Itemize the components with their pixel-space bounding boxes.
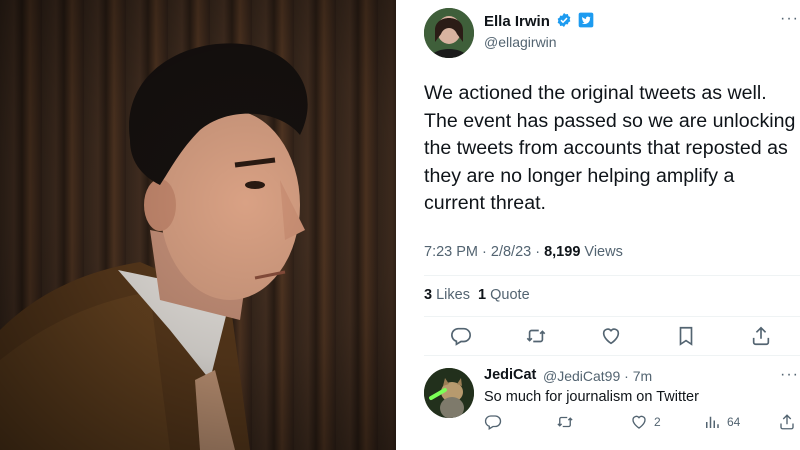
views-count: 8,199 <box>544 244 581 260</box>
reply-like-count: 2 <box>654 415 661 429</box>
portrait-photo <box>0 0 396 450</box>
heart-icon <box>632 415 646 429</box>
reply-reply-button[interactable] <box>484 413 508 431</box>
tweet-text: We actioned the original tweets as well.… <box>424 82 796 214</box>
share-icon <box>752 326 770 346</box>
reply-retweet-button[interactable] <box>556 413 580 431</box>
verified-badge-icon <box>557 13 571 27</box>
author-handle[interactable]: @ellagirwin <box>484 34 557 50</box>
reply-more-options-icon[interactable]: ··· <box>780 366 799 384</box>
reply-share-button[interactable] <box>778 413 800 431</box>
reply-views-button[interactable]: 64 <box>703 413 740 431</box>
quotes-link[interactable]: 1 Quote <box>478 287 530 303</box>
like-button[interactable] <box>598 323 624 349</box>
author-name[interactable]: Ella Irwin <box>484 12 594 30</box>
reply-button[interactable] <box>448 323 474 349</box>
reply-author-handle[interactable]: @JediCat99 · 7m <box>543 368 652 384</box>
reply-like-button[interactable]: 2 <box>630 413 661 431</box>
retweet-icon <box>526 329 546 343</box>
share-button[interactable] <box>748 323 774 349</box>
share-icon <box>780 414 794 430</box>
reply-text: So much for journalism on Twitter <box>484 389 699 405</box>
bookmark-button[interactable] <box>673 323 699 349</box>
likes-link[interactable]: 3 Likes <box>424 287 470 303</box>
reply-avatar[interactable] <box>424 368 474 418</box>
reply-views-count: 64 <box>727 415 741 429</box>
bookmark-icon <box>679 326 693 346</box>
reply-icon <box>451 327 471 346</box>
divider <box>424 275 800 276</box>
views-chart-icon <box>706 416 719 428</box>
views-label: Views <box>580 244 623 260</box>
twitter-employee-badge-icon <box>578 12 594 28</box>
tweet-timestamp-views: 7:23 PM · 2/8/23 · 8,199 Views <box>424 244 623 260</box>
heart-icon <box>602 328 620 345</box>
retweet-button[interactable] <box>523 323 549 349</box>
retweet-icon <box>557 416 573 428</box>
tweet-timestamp[interactable]: 7:23 PM · 2/8/23 · <box>424 244 544 260</box>
reply-author-name[interactable]: JediCat <box>484 367 536 383</box>
engagement-stats: 3 Likes 1 Quote <box>424 287 530 303</box>
more-options-icon[interactable]: ··· <box>780 10 799 28</box>
reply-icon <box>484 415 502 430</box>
divider <box>424 316 800 317</box>
author-avatar[interactable] <box>424 8 474 58</box>
